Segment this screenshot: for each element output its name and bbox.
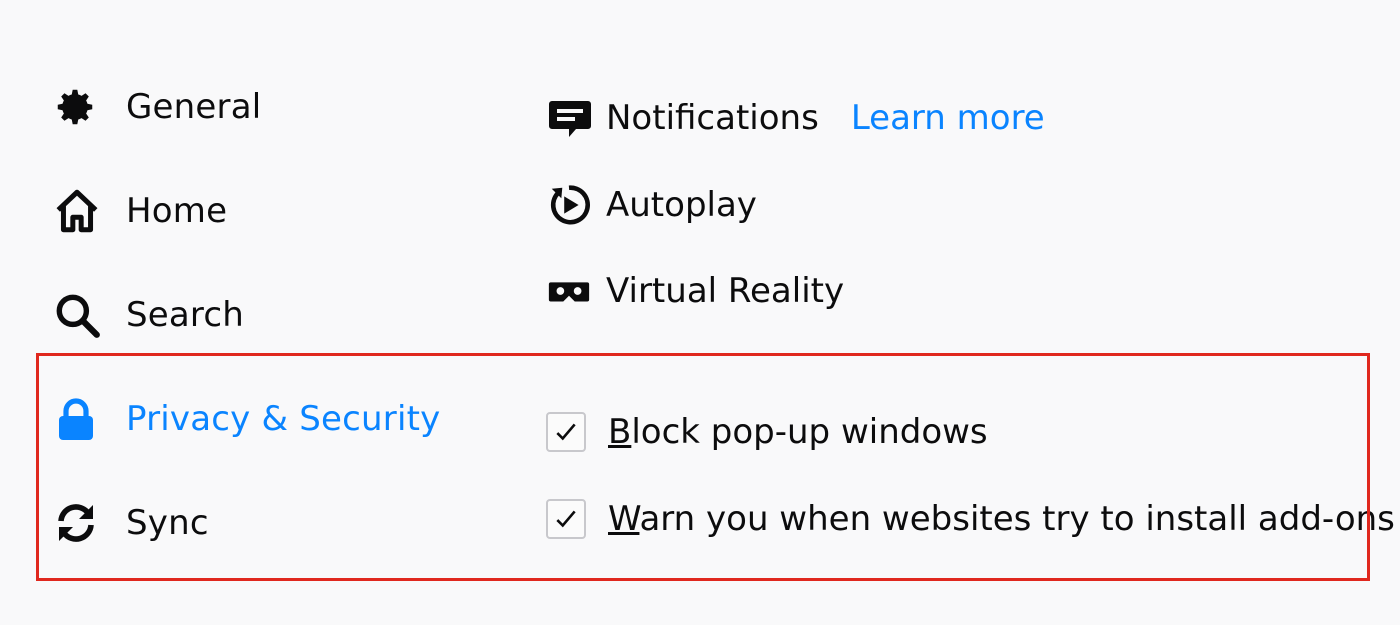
notifications-label: Notifications — [606, 98, 819, 138]
gear-icon — [52, 81, 104, 133]
vr-headset-icon — [546, 267, 594, 315]
autoplay-icon — [546, 181, 594, 229]
learn-more-link[interactable]: Learn more — [851, 98, 1045, 138]
autoplay-permission: Autoplay — [546, 180, 757, 230]
virtual-reality-label: Virtual Reality — [606, 271, 845, 311]
home-icon — [52, 185, 104, 237]
virtual-reality-permission: Virtual Reality — [546, 266, 844, 316]
autoplay-label: Autoplay — [606, 185, 757, 225]
sidebar-item-home[interactable]: Home — [52, 181, 227, 241]
sidebar-item-label: Home — [126, 191, 228, 231]
search-icon — [52, 289, 104, 341]
sidebar-item-label: General — [126, 87, 262, 127]
notifications-permission: Notifications Learn more — [546, 93, 1045, 143]
sidebar-item-label: Search — [126, 295, 245, 335]
sidebar-item-search[interactable]: Search — [52, 285, 244, 345]
notification-icon — [546, 94, 594, 142]
highlight-box — [36, 353, 1370, 581]
sidebar-item-general[interactable]: General — [52, 77, 261, 137]
